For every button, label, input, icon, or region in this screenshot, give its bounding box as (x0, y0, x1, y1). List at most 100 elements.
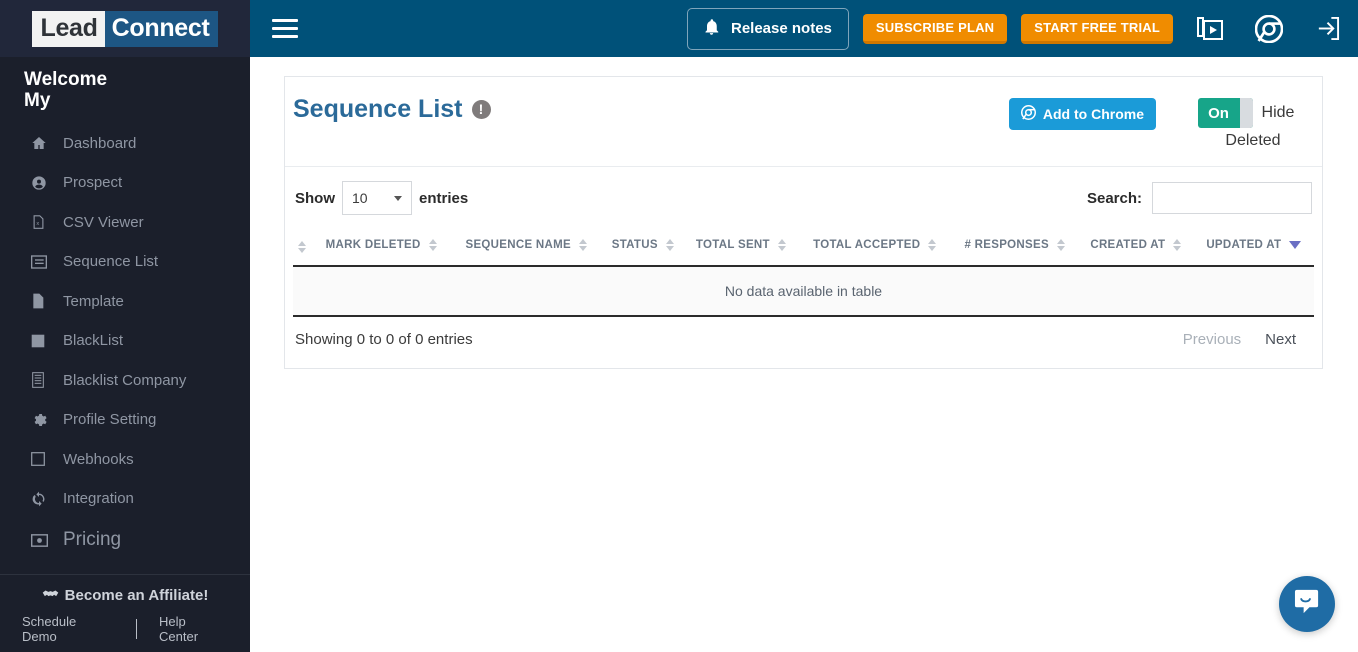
sort-icon (428, 239, 437, 251)
gear-icon (31, 412, 53, 428)
sidebar-item-blacklist-company[interactable]: Blacklist Company (0, 361, 250, 401)
column-header-total-accepted[interactable]: TOTAL ACCEPTED (798, 229, 952, 267)
sidebar-item-template[interactable]: Template (0, 282, 250, 322)
become-affiliate-link[interactable]: Become an Affiliate! (0, 587, 250, 604)
main-content: Sequence List ! Add to Chrome On Hide De… (250, 57, 1358, 652)
column-header-responses[interactable]: # RESPONSES (951, 229, 1079, 267)
sidebar-item-pricing[interactable]: Pricing (0, 519, 250, 562)
show-entries-control: Show 10 entries (295, 181, 468, 215)
search-input[interactable] (1152, 182, 1312, 214)
hide-deleted-toggle[interactable]: On (1197, 98, 1253, 128)
sequence-table: MARK DELETED SEQUENCE NAME STATUS TOTAL … (293, 229, 1314, 317)
sidebar-item-label: Dashboard (63, 134, 137, 152)
topbar-center-group: Release notes SUBSCRIBE PLAN START FREE … (687, 0, 1173, 57)
topbar-right-icons (1197, 14, 1340, 43)
sidebar-item-profile-setting[interactable]: Profile Setting (0, 400, 250, 440)
sidebar-item-blacklist[interactable]: BlackList (0, 321, 250, 361)
sidebar-item-csv-viewer[interactable]: x CSV Viewer (0, 203, 250, 243)
column-label: TOTAL ACCEPTED (813, 239, 921, 251)
start-free-trial-button[interactable]: START FREE TRIAL (1021, 13, 1173, 44)
column-header-updated-at[interactable]: UPDATED AT (1193, 229, 1314, 267)
column-header-status[interactable]: STATUS (601, 229, 684, 267)
top-header-bar: Release notes SUBSCRIBE PLAN START FREE … (250, 0, 1358, 57)
money-icon (31, 533, 53, 547)
help-center-link[interactable]: Help Center (137, 614, 250, 644)
table-empty-row: No data available in table (293, 266, 1314, 317)
pagination-previous[interactable]: Previous (1183, 331, 1241, 348)
column-header-mark-deleted[interactable]: MARK DELETED (311, 229, 451, 267)
column-label: CREATED AT (1090, 239, 1166, 251)
sort-icon (1056, 239, 1065, 251)
entries-label: entries (419, 189, 469, 207)
sidebar-item-label: Webhooks (63, 450, 134, 468)
chevron-down-icon (394, 196, 402, 201)
hamburger-line (272, 27, 298, 30)
column-header-blank[interactable] (293, 229, 312, 267)
footer-links: Schedule Demo Help Center (0, 614, 250, 644)
card-header-actions: Add to Chrome On Hide Deleted (1008, 95, 1306, 150)
sort-icon (578, 239, 587, 251)
hamburger-line (272, 35, 298, 38)
column-header-created-at[interactable]: CREATED AT (1078, 229, 1194, 267)
sidebar-footer: Become an Affiliate! Schedule Demo Help … (0, 574, 250, 652)
building-icon (31, 372, 53, 389)
table-body: No data available in table (293, 266, 1314, 317)
column-header-total-sent[interactable]: TOTAL SENT (683, 229, 799, 267)
table-header-row: MARK DELETED SEQUENCE NAME STATUS TOTAL … (293, 229, 1314, 267)
info-icon[interactable]: ! (471, 100, 491, 119)
add-to-chrome-button[interactable]: Add to Chrome (1008, 98, 1156, 130)
sidebar-item-label: Pricing (63, 529, 122, 551)
square-icon (31, 334, 53, 348)
hamburger-line (272, 19, 298, 22)
sidebar-item-label: Sequence List (63, 253, 159, 271)
pagination: Previous Next (1183, 331, 1312, 348)
subscribe-plan-button[interactable]: SUBSCRIBE PLAN (862, 13, 1008, 44)
sidebar-item-webhooks[interactable]: Webhooks (0, 440, 250, 480)
sidebar-item-label: Integration (63, 490, 134, 508)
chat-widget-button[interactable] (1279, 576, 1335, 632)
home-icon (31, 135, 53, 151)
refresh-icon (31, 491, 53, 507)
sidebar-item-integration[interactable]: Integration (0, 479, 250, 519)
column-label: MARK DELETED (325, 239, 421, 251)
video-playlist-icon[interactable] (1197, 16, 1223, 41)
sidebar-item-dashboard[interactable]: Dashboard (0, 124, 250, 164)
chat-bubble-icon (1294, 588, 1321, 620)
svg-text:x: x (36, 221, 39, 227)
logo-connect-text: Connect (104, 10, 218, 47)
schedule-demo-link[interactable]: Schedule Demo (0, 614, 136, 644)
affiliate-label: Become an Affiliate! (64, 587, 209, 604)
sort-icon (665, 239, 674, 251)
pagination-next[interactable]: Next (1265, 331, 1296, 348)
logout-icon[interactable] (1315, 16, 1340, 41)
app-root: Lead Connect Welcome My Dashboard Prospec… (0, 0, 1358, 652)
page-length-select[interactable]: 10 (342, 181, 412, 215)
column-header-sequence-name[interactable]: SEQUENCE NAME (450, 229, 602, 267)
card-body: Show 10 entries Search: MARK DELETED SEQ… (285, 167, 1322, 368)
release-notes-button[interactable]: Release notes (687, 7, 849, 50)
sidebar-item-label: Profile Setting (63, 411, 157, 429)
content-column: Release notes SUBSCRIBE PLAN START FREE … (250, 0, 1358, 652)
add-to-chrome-label: Add to Chrome (1042, 106, 1144, 122)
sidebar-item-label: BlackList (63, 332, 124, 350)
logo-lead-text: Lead (32, 10, 105, 47)
toggle-state-label: On (1208, 104, 1229, 122)
toggle-label-line-2: Deleted (1225, 132, 1281, 149)
sidebar-item-prospect[interactable]: Prospect (0, 163, 250, 203)
page-title: Sequence List ! (293, 95, 491, 124)
hamburger-icon[interactable] (272, 19, 298, 38)
sidebar-item-label: CSV Viewer (63, 213, 144, 231)
app-logo[interactable]: Lead Connect (32, 10, 218, 47)
column-label: # RESPONSES (964, 239, 1049, 251)
sort-icon (1173, 239, 1182, 251)
file-icon (31, 293, 53, 309)
sort-icon (298, 241, 307, 253)
sequence-list-card: Sequence List ! Add to Chrome On Hide De… (284, 76, 1323, 369)
page-title-text: Sequence List (293, 95, 463, 123)
hide-deleted-toggle-group: On Hide Deleted (1186, 98, 1306, 150)
sidebar-item-sequence-list[interactable]: Sequence List (0, 242, 250, 282)
chrome-icon[interactable] (1255, 14, 1283, 43)
release-notes-label: Release notes (731, 20, 832, 37)
chrome-icon (1020, 105, 1036, 123)
column-label: STATUS (611, 239, 658, 251)
